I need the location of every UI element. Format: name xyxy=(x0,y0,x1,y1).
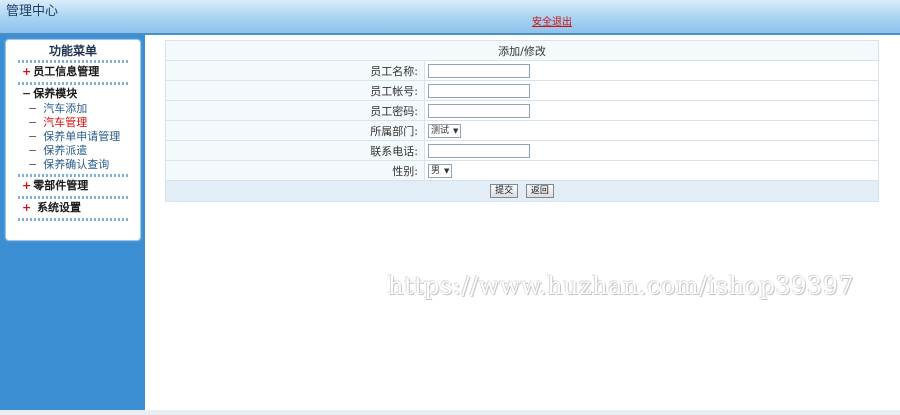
menu-item-maintenance-confirm[interactable]: − 保养确认查询 xyxy=(28,158,140,172)
dash-icon: − xyxy=(28,144,38,157)
menu-group-maintenance[interactable]: − 保养模块 xyxy=(22,85,140,102)
function-menu: 功能菜单 + 员工信息管理 − 保养模块 − 汽车添加 − 汽车管理 − 保养单申请管理 … xyxy=(5,39,141,241)
form-row-account: 员工帐号: xyxy=(165,80,879,101)
header-bar: 管理中心 安全退出 xyxy=(0,0,900,35)
menu-item-maintenance-dispatch[interactable]: − 保养派遣 xyxy=(28,144,140,158)
menu-item-maintenance-request[interactable]: − 保养单申请管理 xyxy=(28,130,140,144)
form-row-phone: 联系电话: xyxy=(165,140,879,161)
expand-icon: + xyxy=(22,65,32,78)
dash-icon: − xyxy=(28,116,38,129)
gender-label: 性别: xyxy=(165,160,425,181)
dash-icon: − xyxy=(28,102,38,115)
menu-group-settings[interactable]: + 系统设置 xyxy=(22,199,140,216)
form-buttons-row: 提交 返回 xyxy=(165,180,879,202)
phone-input[interactable] xyxy=(428,143,530,158)
chevron-down-icon: ▼ xyxy=(453,126,459,135)
status-bar xyxy=(0,410,900,415)
collapse-icon: − xyxy=(22,87,32,100)
form-row-department: 所属部门: 测试 ▼ xyxy=(165,120,879,141)
department-select[interactable]: 测试 ▼ xyxy=(428,123,462,138)
menu-item-car-add[interactable]: − 汽车添加 xyxy=(28,102,140,116)
menu-title: 功能菜单 xyxy=(48,44,97,58)
account-label: 员工帐号: xyxy=(165,80,425,101)
name-label: 员工名称: xyxy=(165,60,425,81)
dash-icon: − xyxy=(28,130,38,143)
back-button[interactable]: 返回 xyxy=(525,184,554,199)
form-header-row: 添加/修改 xyxy=(165,40,879,61)
dash-icon: − xyxy=(28,158,38,171)
gender-select[interactable]: 男 ▼ xyxy=(428,163,453,178)
name-input[interactable] xyxy=(428,63,530,78)
form-row-gender: 性别: 男 ▼ xyxy=(165,160,879,181)
phone-label: 联系电话: xyxy=(165,140,425,161)
form-title: 添加/修改 xyxy=(165,40,879,61)
form-row-name: 员工名称: xyxy=(165,60,879,81)
expand-icon: + xyxy=(22,179,32,192)
watermark-text: https://www.huzhan.com/ishop39397 xyxy=(388,272,855,300)
expand-icon: + xyxy=(22,201,32,214)
logout-link[interactable]: 安全退出 xyxy=(532,13,572,28)
menu-group-employee[interactable]: + 员工信息管理 xyxy=(22,63,140,80)
password-input[interactable] xyxy=(428,103,530,118)
app-title: 管理中心 xyxy=(6,4,59,19)
chevron-down-icon: ▼ xyxy=(444,166,450,175)
employee-form: 添加/修改 员工名称: 员工帐号: 员工密码: 所属部门: 测试 ▼ 联系电话: … xyxy=(165,40,879,202)
account-input[interactable] xyxy=(428,83,530,98)
dotted-divider xyxy=(18,218,130,221)
left-panel: 功能菜单 + 员工信息管理 − 保养模块 − 汽车添加 − 汽车管理 − 保养单申请管理 … xyxy=(0,35,145,410)
menu-item-car-manage[interactable]: − 汽车管理 xyxy=(28,116,140,130)
form-row-password: 员工密码: xyxy=(165,100,879,121)
submit-button[interactable]: 提交 xyxy=(490,184,519,199)
menu-group-parts[interactable]: + 零部件管理 xyxy=(22,177,140,194)
password-label: 员工密码: xyxy=(165,100,425,121)
department-label: 所属部门: xyxy=(165,120,425,141)
